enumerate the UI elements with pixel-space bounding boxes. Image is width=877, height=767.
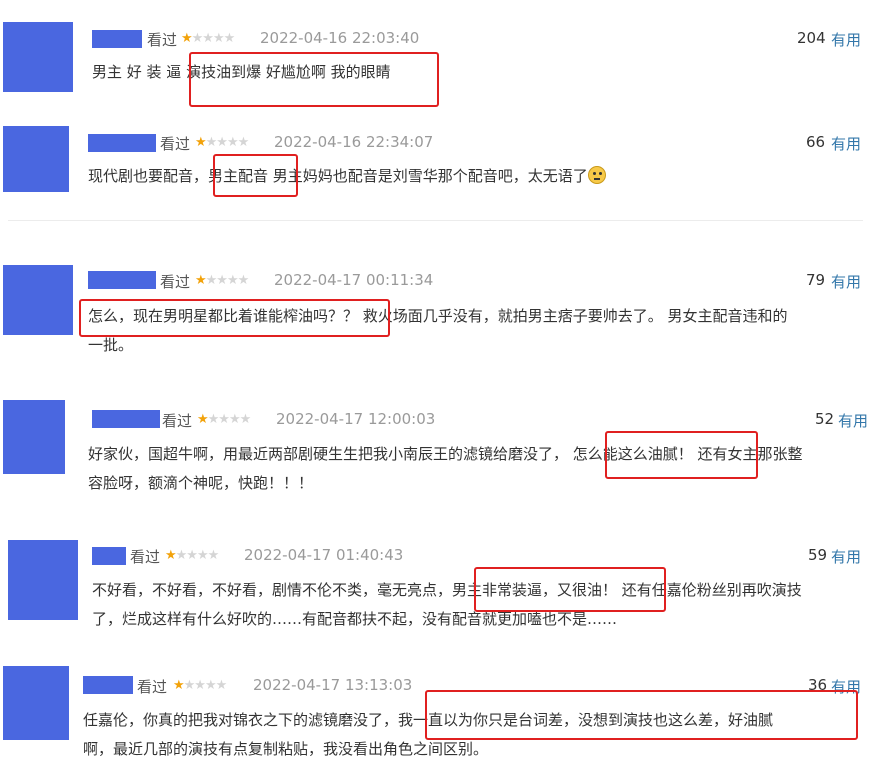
vote-count: 59 — [808, 546, 828, 564]
watched-label: 看过 — [147, 31, 178, 49]
vote-count: 66 — [806, 133, 826, 151]
avatar[interactable] — [3, 666, 69, 740]
sad-face-icon — [587, 166, 606, 184]
watched-label: 看过 — [130, 548, 161, 566]
avatar[interactable] — [3, 400, 65, 474]
review-date: 2022-04-17 12:00:03 — [276, 410, 436, 428]
username-redacted[interactable] — [92, 410, 160, 428]
review-date: 2022-04-16 22:34:07 — [274, 133, 434, 151]
username-redacted[interactable] — [88, 271, 156, 289]
username-redacted[interactable] — [92, 30, 142, 48]
useful-button[interactable]: 有用 — [831, 271, 861, 292]
username-redacted[interactable] — [83, 676, 133, 694]
highlight-box — [213, 154, 298, 197]
highlight-box — [605, 431, 758, 479]
star-rating: ★★★★★ — [181, 31, 235, 46]
useful-button[interactable]: 有用 — [838, 410, 868, 431]
useful-button[interactable]: 有用 — [831, 29, 861, 50]
highlight-box — [425, 690, 858, 740]
star-rating: ★★★★★ — [173, 678, 227, 693]
review-date: 2022-04-17 00:11:34 — [274, 271, 434, 289]
divider — [8, 220, 863, 221]
review-text: 不好看，不好看，不好看，剧情不伦不类，毫无亮点，男主非常装逼，又很油！ 还有任嘉… — [92, 576, 802, 634]
vote-count: 79 — [806, 271, 826, 289]
vote-count: 204 — [797, 29, 826, 47]
avatar[interactable] — [3, 265, 73, 335]
watched-label: 看过 — [137, 678, 168, 696]
watched-label: 看过 — [162, 412, 193, 430]
highlight-box — [474, 567, 666, 612]
avatar[interactable] — [3, 22, 73, 92]
highlight-box — [189, 52, 439, 107]
review-date: 2022-04-16 22:03:40 — [260, 29, 420, 47]
review-text-line: 不好看，不好看，不好看，剧情不伦不类，毫无亮点，男主非常装逼，又很油！ 还有任嘉… — [92, 581, 802, 599]
review-text: 现代剧也要配音，男主配音 男主妈妈也配音是刘雪华那个配音吧，太无语了 — [88, 162, 606, 191]
vote-count: 52 — [815, 410, 835, 428]
review-date: 2022-04-17 13:13:03 — [253, 676, 413, 694]
review-text-line: 现代剧也要配音，男主配音 男主妈妈也配音是刘雪华那个配音吧，太无语了 — [88, 162, 606, 191]
useful-button[interactable]: 有用 — [831, 546, 861, 567]
watched-label: 看过 — [160, 273, 191, 291]
review-date: 2022-04-17 01:40:43 — [244, 546, 404, 564]
avatar[interactable] — [8, 540, 78, 620]
star-rating: ★★★★★ — [195, 135, 249, 150]
watched-label: 看过 — [160, 135, 191, 153]
highlight-box — [79, 299, 390, 337]
useful-button[interactable]: 有用 — [831, 133, 861, 154]
username-redacted[interactable] — [92, 547, 126, 565]
review-text-line: 了，烂成这样有什么好吹的……有配音都扶不起，没有配音就更加嗑也不是…… — [92, 610, 618, 628]
star-rating: ★★★★★ — [197, 412, 251, 427]
star-rating: ★★★★★ — [165, 548, 219, 563]
avatar[interactable] — [3, 126, 69, 192]
username-redacted[interactable] — [88, 134, 156, 152]
review-text-content: 现代剧也要配音，男主配音 男主妈妈也配音是刘雪华那个配音吧，太无语了 — [88, 167, 588, 185]
star-rating: ★★★★★ — [195, 273, 249, 288]
